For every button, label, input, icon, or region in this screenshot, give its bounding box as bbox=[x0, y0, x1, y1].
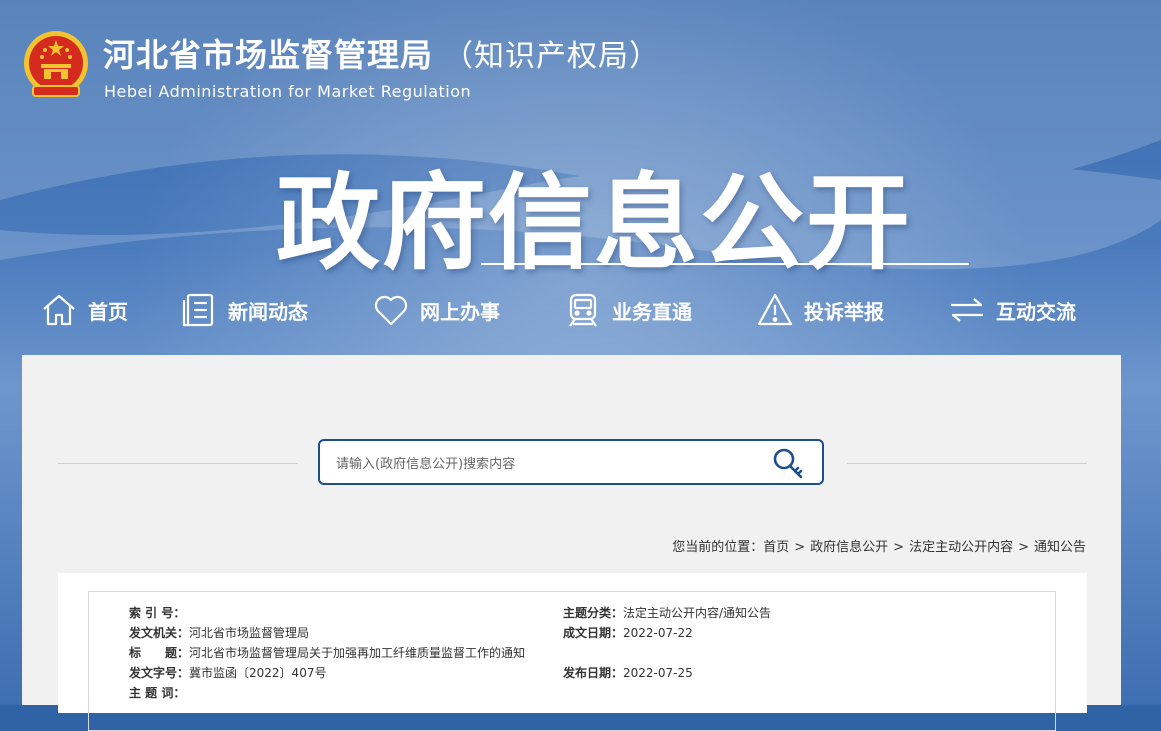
document-info-table: 索 引 号： 主题分类：法定主动公开内容/通知公告 发文机关：河北省市场监督管理… bbox=[88, 591, 1056, 731]
info-row-created: 成文日期：2022-07-22 bbox=[563, 624, 693, 641]
info-row-docno: 发文字号：冀市监函〔2022〕407号 bbox=[129, 664, 326, 681]
nav-item-interaction[interactable]: 互动交流 bbox=[948, 288, 1076, 332]
nav-item-news[interactable]: 新闻动态 bbox=[180, 288, 308, 332]
breadcrumb-separator: > bbox=[794, 540, 806, 555]
topic-value: 法定主动公开内容/通知公告 bbox=[623, 606, 772, 620]
warning-icon bbox=[757, 293, 793, 326]
site-title-suffix: （知识产权局） bbox=[443, 39, 661, 74]
breadcrumb: 您当前的位置：首页 > 政府信息公开 > 法定主动公开内容 > 通知公告 bbox=[672, 536, 1086, 555]
published-label: 发布日期： bbox=[563, 666, 624, 680]
info-row-topic: 主题分类：法定主动公开内容/通知公告 bbox=[563, 604, 771, 621]
breadcrumb-separator: > bbox=[1018, 540, 1029, 555]
site-title-english: Hebei Administration for Market Regulati… bbox=[104, 82, 472, 101]
title-label: 标 题： bbox=[129, 646, 190, 660]
info-row-issuer: 发文机关：河北省市场监督管理局 bbox=[129, 624, 309, 641]
created-value: 2022-07-22 bbox=[623, 626, 693, 640]
national-emblem-logo bbox=[24, 31, 88, 97]
site-title: 河北省市场监督管理局 （知识产权局） bbox=[103, 30, 660, 76]
nav-item-complaint[interactable]: 投诉举报 bbox=[756, 288, 884, 332]
created-label: 成文日期： bbox=[563, 626, 624, 640]
search-divider-right bbox=[847, 463, 1087, 464]
nav-label-interaction: 互动交流 bbox=[996, 299, 1076, 324]
exchange-icon bbox=[951, 298, 983, 322]
train-icon bbox=[569, 293, 597, 327]
page-title: 政府信息公开 bbox=[276, 162, 913, 284]
keywords-label: 主 题 词： bbox=[129, 686, 186, 700]
info-row-title: 标 题：河北省市场监督管理局关于加强再加工纤维质量监督工作的通知 bbox=[129, 644, 525, 661]
index-label: 索 引 号： bbox=[129, 606, 186, 620]
info-row-index: 索 引 号： bbox=[129, 604, 185, 621]
nav-label-home: 首页 bbox=[88, 299, 128, 324]
home-icon bbox=[43, 294, 75, 326]
nav-label-online-service: 网上办事 bbox=[420, 299, 500, 324]
breadcrumb-separator: > bbox=[893, 540, 905, 555]
nav-label-news: 新闻动态 bbox=[228, 299, 308, 324]
main-nav: 首页 新闻动态 网上办事 业务直通 投诉举报 互动交流 bbox=[40, 288, 1120, 332]
info-row-keywords: 主 题 词： bbox=[129, 684, 185, 701]
key-search-icon[interactable] bbox=[770, 447, 808, 481]
breadcrumb-gov-info[interactable]: 政府信息公开 bbox=[810, 540, 888, 555]
title-value: 河北省市场监督管理局关于加强再加工纤维质量监督工作的通知 bbox=[189, 646, 526, 660]
site-title-text: 河北省市场监督管理局 bbox=[103, 36, 434, 74]
title-underline bbox=[481, 263, 969, 265]
published-value: 2022-07-25 bbox=[623, 666, 693, 680]
breadcrumb-statutory-content[interactable]: 法定主动公开内容 bbox=[909, 540, 1013, 555]
heart-icon bbox=[374, 295, 408, 326]
document-icon bbox=[182, 293, 214, 327]
breadcrumb-home[interactable]: 首页 bbox=[763, 540, 789, 555]
issuer-value: 河北省市场监督管理局 bbox=[189, 626, 310, 640]
docno-label: 发文字号： bbox=[129, 666, 190, 680]
info-row-published: 发布日期：2022-07-25 bbox=[563, 664, 693, 681]
breadcrumb-prefix: 您当前的位置： bbox=[672, 540, 764, 555]
search-divider-left bbox=[58, 463, 298, 464]
nav-item-online-service[interactable]: 网上办事 bbox=[372, 288, 500, 332]
search-input[interactable] bbox=[334, 451, 758, 477]
nav-label-business-express: 业务直通 bbox=[612, 299, 692, 324]
document-info-card: 索 引 号： 主题分类：法定主动公开内容/通知公告 发文机关：河北省市场监督管理… bbox=[58, 573, 1087, 731]
nav-item-home[interactable]: 首页 bbox=[40, 288, 128, 332]
nav-item-business-express[interactable]: 业务直通 bbox=[564, 288, 692, 332]
search-box bbox=[318, 439, 824, 485]
nav-label-complaint: 投诉举报 bbox=[804, 299, 884, 324]
topic-label: 主题分类： bbox=[563, 606, 624, 620]
breadcrumb-notice[interactable]: 通知公告 bbox=[1034, 540, 1086, 555]
docno-value: 冀市监函〔2022〕407号 bbox=[189, 666, 327, 680]
content-panel: 您当前的位置：首页 > 政府信息公开 > 法定主动公开内容 > 通知公告 索 引 号： 主题… bbox=[22, 355, 1121, 731]
issuer-label: 发文机关： bbox=[129, 626, 190, 640]
